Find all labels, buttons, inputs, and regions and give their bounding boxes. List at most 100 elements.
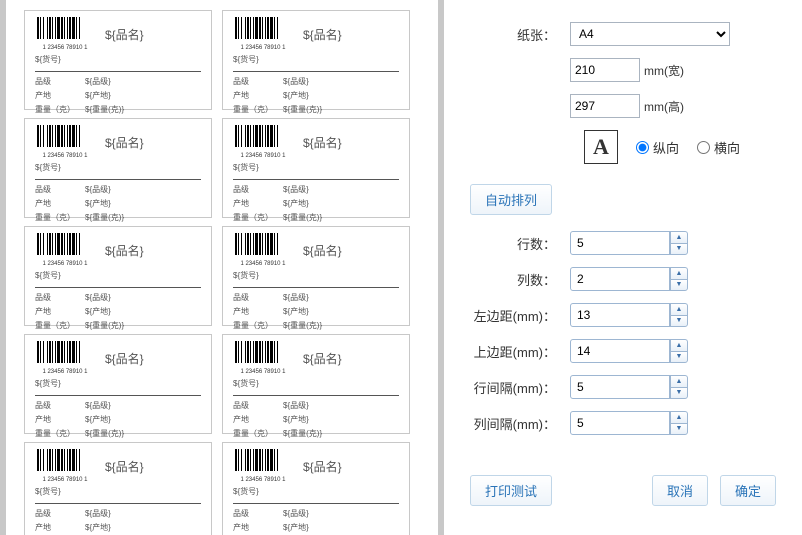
field-label: 产地 <box>35 90 85 101</box>
huohao: ${货号} <box>233 486 399 497</box>
huohao: ${货号} <box>35 54 201 65</box>
col-gap-input[interactable] <box>570 411 670 435</box>
field-value: ${品级} <box>85 292 111 303</box>
field-value: ${品级} <box>283 76 309 87</box>
top-margin-spin-down[interactable]: ▼ <box>670 351 688 363</box>
product-name: ${品名} <box>303 134 342 151</box>
field-label: 品级 <box>35 400 85 411</box>
huohao: ${货号} <box>233 378 399 389</box>
field-label: 产地 <box>35 414 85 425</box>
label-card: 1 23456 78910 1 ${品名} ${货号} 品级${品级}产地${产… <box>24 226 212 326</box>
rows-input[interactable] <box>570 231 670 255</box>
barcode-number: 1 23456 78910 1 <box>233 153 293 159</box>
label-card: 1 23456 78910 1 ${品名} ${货号} 品级${品级}产地${产… <box>24 334 212 434</box>
label-card: 1 23456 78910 1 ${品名} ${货号} 品级${品级}产地${产… <box>24 118 212 218</box>
field-value: ${产地} <box>85 90 111 101</box>
huohao: ${货号} <box>35 270 201 281</box>
field-label: 产地 <box>35 198 85 209</box>
field-label: 重量（克） <box>35 320 85 331</box>
col-gap-label: 列间隔(mm)： <box>470 414 570 433</box>
field-label: 重量（克） <box>233 428 283 439</box>
field-value: ${产地} <box>283 198 309 209</box>
landscape-radio[interactable]: 横向 <box>697 138 740 157</box>
rows-spin-up[interactable]: ▲ <box>670 231 688 243</box>
field-label: 产地 <box>233 306 283 317</box>
print-test-button[interactable]: 打印测试 <box>470 475 552 506</box>
top-margin-spin-up[interactable]: ▲ <box>670 339 688 351</box>
field-value: ${重量(克)} <box>85 212 124 223</box>
field-label: 品级 <box>35 76 85 87</box>
field-value: ${产地} <box>85 198 111 209</box>
product-name: ${品名} <box>303 458 342 475</box>
field-value: ${产地} <box>85 522 111 533</box>
cols-spin-down[interactable]: ▼ <box>670 279 688 291</box>
field-label: 产地 <box>35 522 85 533</box>
row-gap-input[interactable] <box>570 375 670 399</box>
field-label: 产地 <box>35 306 85 317</box>
left-margin-label: 左边距(mm)： <box>470 306 570 325</box>
field-value: ${重量(克)} <box>283 428 322 439</box>
field-value: ${品级} <box>283 508 309 519</box>
cols-label: 列数： <box>470 270 570 289</box>
label-card: 1 23456 78910 1 ${品名} ${货号} 品级${品级}产地${产… <box>222 226 410 326</box>
label-card: 1 23456 78910 1 ${品名} ${货号} 品级${品级}产地${产… <box>222 10 410 110</box>
field-label: 品级 <box>35 292 85 303</box>
field-value: ${产地} <box>283 90 309 101</box>
product-name: ${品名} <box>105 134 144 151</box>
row-gap-spin-down[interactable]: ▼ <box>670 387 688 399</box>
field-value: ${产地} <box>85 414 111 425</box>
cancel-button[interactable]: 取消 <box>652 475 708 506</box>
left-margin-spin-up[interactable]: ▲ <box>670 303 688 315</box>
paper-label: 纸张： <box>470 25 570 44</box>
label-card: 1 23456 78910 1 ${品名} ${货号} 品级${品级}产地${产… <box>24 442 212 535</box>
huohao: ${货号} <box>35 486 201 497</box>
field-value: ${产地} <box>85 306 111 317</box>
product-name: ${品名} <box>105 350 144 367</box>
label-card: 1 23456 78910 1 ${品名} ${货号} 品级${品级}产地${产… <box>222 118 410 218</box>
ok-button[interactable]: 确定 <box>720 475 776 506</box>
col-gap-spin-up[interactable]: ▲ <box>670 411 688 423</box>
field-label: 产地 <box>233 522 283 533</box>
field-value: ${品级} <box>85 76 111 87</box>
barcode-number: 1 23456 78910 1 <box>35 477 95 483</box>
field-value: ${品级} <box>85 400 111 411</box>
field-value: ${产地} <box>283 306 309 317</box>
rows-spin-down[interactable]: ▼ <box>670 243 688 255</box>
top-margin-input[interactable] <box>570 339 670 363</box>
product-name: ${品名} <box>303 26 342 43</box>
field-label: 重量（克） <box>233 104 283 115</box>
col-gap-spin-down[interactable]: ▼ <box>670 423 688 435</box>
product-name: ${品名} <box>303 350 342 367</box>
field-label: 产地 <box>233 414 283 425</box>
field-value: ${产地} <box>283 414 309 425</box>
huohao: ${货号} <box>35 162 201 173</box>
barcode-number: 1 23456 78910 1 <box>233 369 293 375</box>
field-value: ${品级} <box>85 508 111 519</box>
cols-spin-up[interactable]: ▲ <box>670 267 688 279</box>
field-label: 品级 <box>233 292 283 303</box>
row-gap-spin-up[interactable]: ▲ <box>670 375 688 387</box>
cols-input[interactable] <box>570 267 670 291</box>
field-label: 重量（克） <box>233 212 283 223</box>
barcode-icon <box>233 341 293 369</box>
top-margin-label: 上边距(mm)： <box>470 342 570 361</box>
auto-arrange-button[interactable]: 自动排列 <box>470 184 552 215</box>
paper-width-input[interactable] <box>570 58 640 82</box>
left-margin-spin-down[interactable]: ▼ <box>670 315 688 327</box>
portrait-radio[interactable]: 纵向 <box>636 138 679 157</box>
product-name: ${品名} <box>105 242 144 259</box>
barcode-number: 1 23456 78910 1 <box>233 261 293 267</box>
barcode-number: 1 23456 78910 1 <box>35 45 95 51</box>
product-name: ${品名} <box>105 458 144 475</box>
field-value: ${产地} <box>283 522 309 533</box>
paper-height-input[interactable] <box>570 94 640 118</box>
field-label: 品级 <box>233 400 283 411</box>
orientation-icon: A <box>584 130 618 164</box>
field-label: 重量（克） <box>35 428 85 439</box>
barcode-icon <box>35 233 95 261</box>
field-value: ${重量(克)} <box>283 104 322 115</box>
left-margin-input[interactable] <box>570 303 670 327</box>
paper-select[interactable]: A4 <box>570 22 730 46</box>
field-value: ${重量(克)} <box>85 104 124 115</box>
label-card: 1 23456 78910 1 ${品名} ${货号} 品级${品级}产地${产… <box>222 442 410 535</box>
